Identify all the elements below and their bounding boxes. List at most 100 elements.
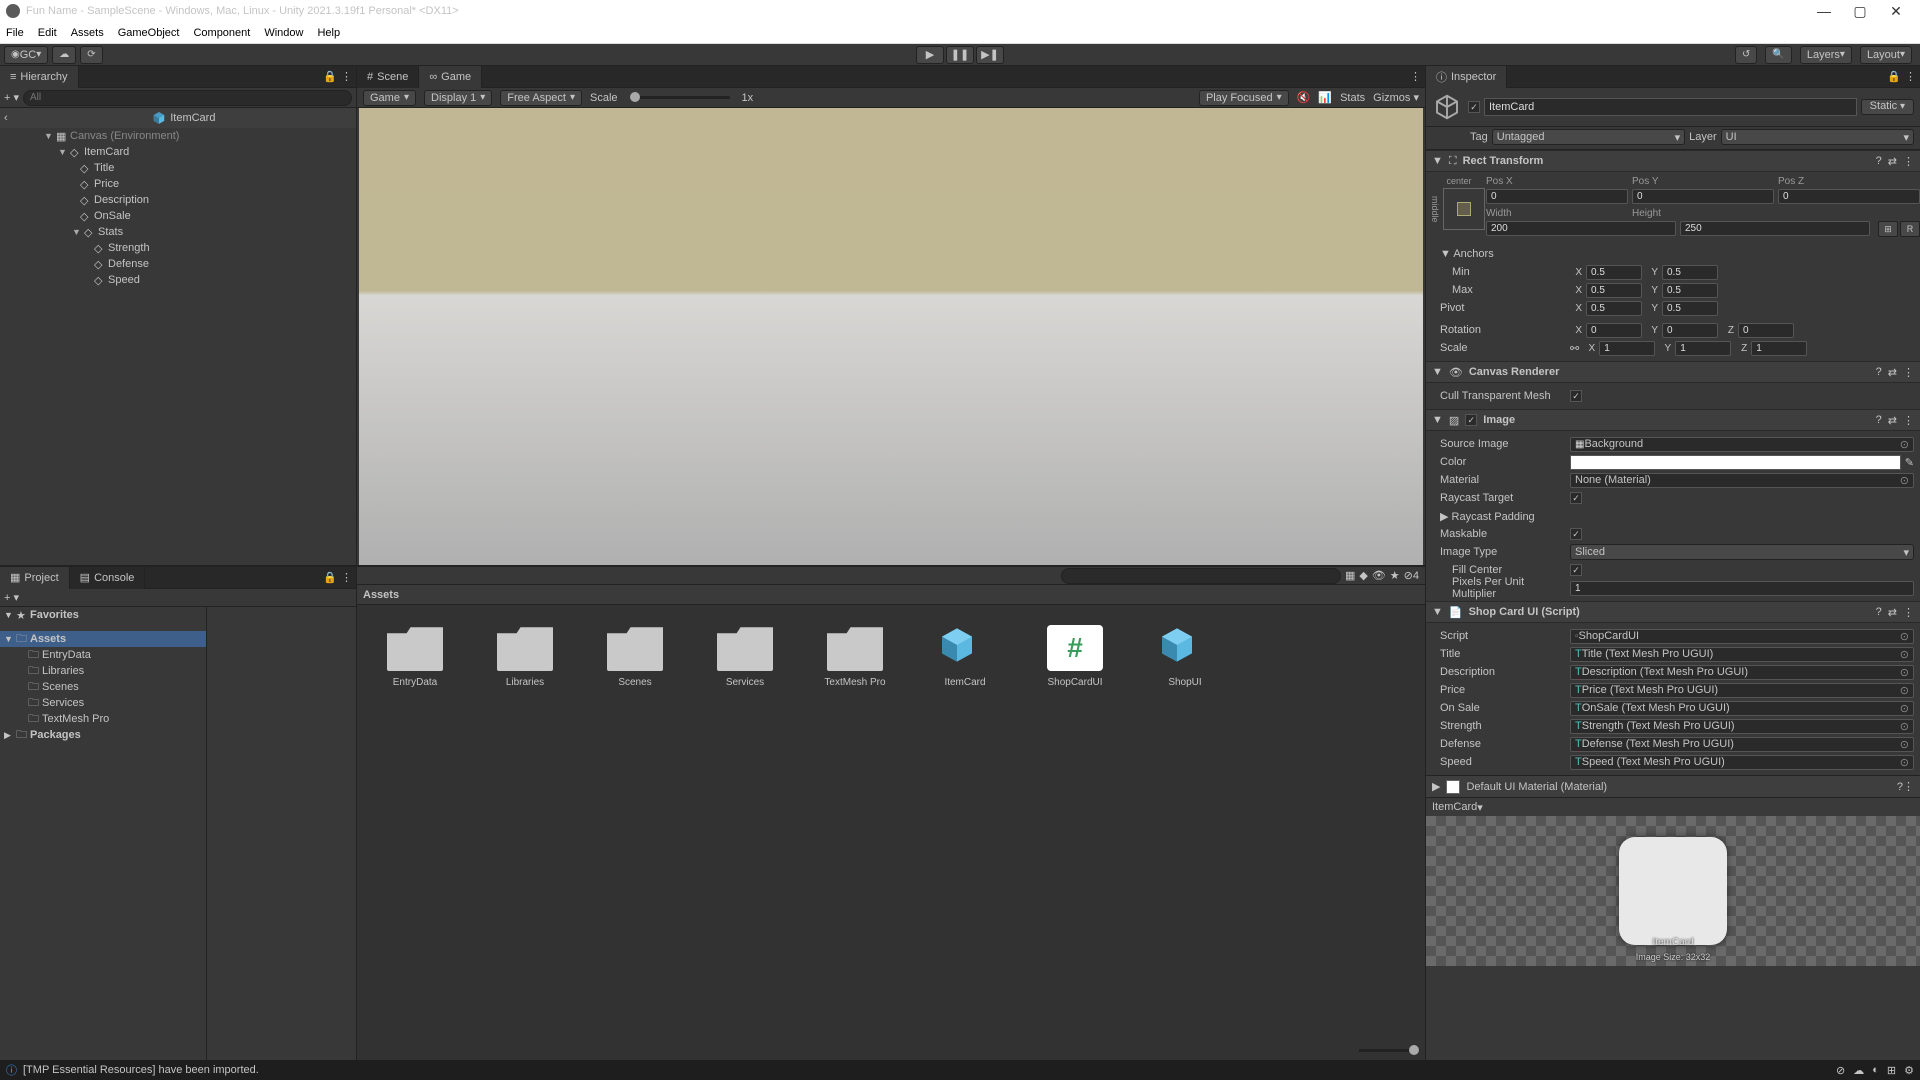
tree-row-description[interactable]: ◇Description [0, 192, 356, 208]
anchor-miny-input[interactable] [1662, 265, 1718, 280]
hierarchy-tab[interactable]: ≡ Hierarchy [0, 66, 79, 88]
menu-window[interactable]: Window [264, 27, 303, 39]
color-field[interactable] [1570, 455, 1901, 470]
price-field[interactable]: TPrice (Text Mesh Pro UGUI)⊙ [1570, 683, 1914, 698]
inspector-tab[interactable]: ⓘ Inspector [1426, 66, 1507, 88]
asset-tmpro[interactable]: TextMesh Pro [817, 625, 893, 688]
layout-dropdown[interactable]: Layout ▾ [1860, 46, 1912, 64]
hierarchy-menu-icon[interactable]: ⋮ [341, 70, 352, 83]
maximize-button[interactable]: ▢ [1842, 3, 1878, 20]
strength-field[interactable]: TStrength (Text Mesh Pro UGUI)⊙ [1570, 719, 1914, 734]
anchors-foldout[interactable]: ▼ Anchors [1432, 248, 1566, 260]
scale-z-input[interactable] [1751, 341, 1807, 356]
menu-edit[interactable]: Edit [38, 27, 57, 39]
close-button[interactable]: ✕ [1878, 3, 1914, 20]
play-button[interactable]: ▶ [916, 46, 944, 64]
minimize-button[interactable]: — [1806, 3, 1842, 19]
pivot-x-input[interactable] [1586, 301, 1642, 316]
project-search-input[interactable] [1061, 568, 1341, 584]
stats-button[interactable]: Stats [1340, 92, 1365, 104]
maskable-checkbox[interactable]: ✓ [1570, 528, 1582, 540]
material-field[interactable]: None (Material)⊙ [1570, 473, 1914, 488]
comp-menu-icon[interactable]: ⋮ [1903, 155, 1914, 168]
project-menu-icon[interactable]: ⋮ [341, 571, 352, 584]
hierarchy-create-button[interactable]: + ▾ [4, 91, 19, 104]
display-dropdown[interactable]: Display 1 ▾ [424, 90, 492, 106]
preview-header[interactable]: ItemCard ▾ [1426, 798, 1920, 816]
hierarchy-lock-icon[interactable]: 🔒 [323, 70, 337, 83]
cloud-button[interactable]: ☁ [52, 46, 76, 64]
asset-shopui[interactable]: ShopUI [1147, 625, 1223, 688]
project-zoom-slider[interactable] [1359, 1049, 1419, 1052]
scale-y-input[interactable] [1675, 341, 1731, 356]
project-tab[interactable]: ▦ Project [0, 567, 70, 589]
gizmos-dropdown[interactable]: Gizmos ▾ [1373, 91, 1419, 104]
asset-shopcardui[interactable]: #ShopCardUI [1037, 625, 1113, 688]
onsale-field[interactable]: TOnSale (Text Mesh Pro UGUI)⊙ [1570, 701, 1914, 716]
tree-row-itemcard[interactable]: ▼◇ItemCard [0, 144, 356, 160]
menu-assets[interactable]: Assets [71, 27, 104, 39]
anchor-preset-button[interactable] [1443, 188, 1485, 230]
project-visibility-icon[interactable]: ◆ [1359, 569, 1367, 582]
status-icon-5[interactable]: ⚙ [1904, 1064, 1914, 1077]
rot-x-input[interactable] [1586, 323, 1642, 338]
layers-dropdown[interactable]: Layers ▾ [1800, 46, 1852, 64]
status-icon-4[interactable]: ⊞ [1887, 1064, 1896, 1077]
mute-icon[interactable]: 🔇 [1297, 91, 1311, 104]
ppu-input[interactable] [1570, 581, 1914, 596]
hierarchy-scene-header[interactable]: ‹ ItemCard [0, 108, 356, 128]
fillcenter-checkbox[interactable]: ✓ [1570, 564, 1582, 576]
menu-component[interactable]: Component [193, 27, 250, 39]
stats-icon[interactable]: 📊 [1318, 91, 1332, 104]
project-packages[interactable]: ▶🗀Packages [0, 727, 206, 743]
tree-row-speed[interactable]: ◇Speed [0, 272, 356, 288]
eyedropper-icon[interactable]: ✎ [1905, 456, 1914, 469]
title-field[interactable]: TTitle (Text Mesh Pro UGUI)⊙ [1570, 647, 1914, 662]
menu-gameobject[interactable]: GameObject [118, 27, 180, 39]
cull-checkbox[interactable]: ✓ [1570, 390, 1582, 402]
tree-row-stats[interactable]: ▼◇Stats [0, 224, 356, 240]
rot-y-input[interactable] [1662, 323, 1718, 338]
settings-button[interactable]: ⟳ [80, 46, 102, 64]
raycast-padding-foldout[interactable]: ▶ Raycast Padding [1432, 510, 1566, 523]
rot-z-input[interactable] [1738, 323, 1794, 338]
scene-tab[interactable]: # Scene [357, 66, 419, 88]
asset-scenes[interactable]: Scenes [597, 625, 673, 688]
asset-itemcard[interactable]: ItemCard [927, 625, 1003, 688]
project-lock-icon[interactable]: 🔒 [323, 571, 337, 584]
asset-entrydata[interactable]: EntryData [377, 625, 453, 688]
asset-libraries[interactable]: Libraries [487, 625, 563, 688]
help-icon[interactable]: ? [1876, 155, 1882, 168]
static-dropdown[interactable]: Static ▾ [1861, 99, 1914, 115]
image-type-dropdown[interactable]: Sliced▾ [1570, 544, 1914, 560]
console-tab[interactable]: ▤ Console [70, 567, 146, 589]
project-favorites[interactable]: ▼★Favorites [0, 607, 206, 623]
search-button[interactable]: 🔍 [1765, 46, 1791, 64]
image-header[interactable]: ▼▨✓Image?⇄⋮ [1426, 409, 1920, 431]
game-mode-dropdown[interactable]: Game ▾ [363, 90, 416, 106]
speed-field[interactable]: TSpeed (Text Mesh Pro UGUI)⊙ [1570, 755, 1914, 770]
raycast-checkbox[interactable]: ✓ [1570, 492, 1582, 504]
gameobject-name-input[interactable] [1484, 98, 1857, 116]
play-focused-dropdown[interactable]: Play Focused ▾ [1199, 90, 1289, 106]
project-folder-tmpro[interactable]: 🗀TextMesh Pro [0, 711, 206, 727]
step-button[interactable]: ▶❚ [976, 46, 1004, 64]
posz-input[interactable] [1778, 189, 1920, 204]
height-input[interactable] [1680, 221, 1870, 236]
inspector-lock-icon[interactable]: 🔒 [1887, 70, 1901, 83]
posy-input[interactable] [1632, 189, 1774, 204]
back-icon[interactable]: ‹ [4, 112, 8, 124]
layer-dropdown[interactable]: UI▾ [1721, 129, 1914, 145]
project-hidden-icon[interactable]: 👁 [1372, 569, 1386, 582]
status-icon-2[interactable]: ☁ [1853, 1064, 1864, 1077]
anchor-minx-input[interactable] [1586, 265, 1642, 280]
canvas-renderer-header[interactable]: ▼👁Canvas Renderer?⇄⋮ [1426, 361, 1920, 383]
tree-row-title[interactable]: ◇Title [0, 160, 356, 176]
material-header[interactable]: ▶Default UI Material (Material)?⋮ [1426, 775, 1920, 797]
undo-history-button[interactable]: ↺ [1735, 46, 1757, 64]
blueprint-button[interactable]: ⊞ [1878, 221, 1898, 237]
defense-field[interactable]: TDefense (Text Mesh Pro UGUI)⊙ [1570, 737, 1914, 752]
anchor-maxy-input[interactable] [1662, 283, 1718, 298]
game-tab[interactable]: ∞ Game [419, 66, 482, 88]
tree-row-strength[interactable]: ◇Strength [0, 240, 356, 256]
